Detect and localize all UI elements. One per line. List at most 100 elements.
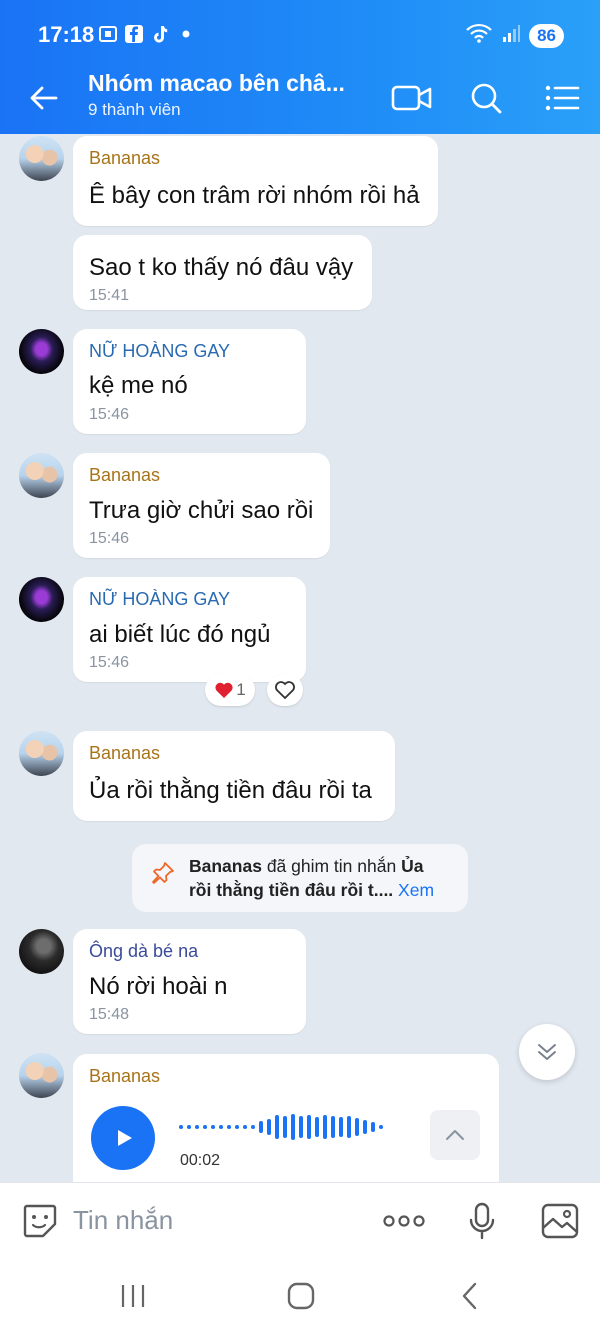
waveform-bar [347, 1116, 351, 1138]
sender-name: Ông dà bé na [89, 941, 199, 961]
recent-apps-button[interactable] [113, 1278, 153, 1314]
waveform-bar [203, 1125, 207, 1129]
voice-waveform[interactable] [179, 1112, 383, 1142]
video-call-button[interactable] [390, 76, 434, 120]
reaction-summary[interactable]: 1 [205, 674, 255, 706]
sender-name: Bananas [89, 148, 161, 168]
sender-name: Bananas [89, 465, 161, 485]
voice-record-button[interactable] [460, 1199, 504, 1243]
status-time: 17:18 [38, 22, 95, 47]
message-time: 15:46 [89, 530, 130, 547]
image-picker-button[interactable] [538, 1199, 582, 1243]
message-bubble[interactable]: Sao t ko thấy nó đâu vậy 15:41 [73, 235, 372, 310]
avatar-bananas[interactable] [19, 1053, 64, 1098]
microphone-icon [469, 1202, 495, 1240]
voice-message-bubble[interactable]: Bananas 00:02 [73, 1054, 499, 1182]
waveform-bar [307, 1115, 311, 1139]
waveform-bar [331, 1116, 335, 1138]
top-bar: 17:18 86 Nhóm macao bên châ... 9 thành v… [0, 0, 600, 134]
pin-message-start: Ủa [401, 856, 424, 876]
message-composer: Tin nhắn [0, 1182, 600, 1258]
waveform-bar [379, 1125, 383, 1129]
avatar-bananas[interactable] [19, 136, 64, 181]
avatar-bananas[interactable] [19, 453, 64, 498]
double-chevron-down-icon [538, 1044, 556, 1060]
waveform-bar [323, 1115, 327, 1139]
home-button[interactable] [281, 1278, 321, 1314]
waveform-bar [235, 1125, 239, 1129]
waveform-bar [283, 1116, 287, 1138]
sticker-icon [23, 1204, 57, 1238]
scroll-to-bottom-button[interactable] [519, 1024, 575, 1080]
view-pinned-link[interactable]: Xem [398, 880, 434, 900]
message-bubble[interactable]: NỮ HOÀNG GAY ai biết lúc đó ngủ 15:46 [73, 577, 306, 682]
facebook-icon [124, 24, 144, 44]
react-button[interactable] [267, 674, 303, 706]
more-options-button[interactable] [381, 1199, 427, 1243]
home-icon [287, 1282, 315, 1310]
message-text: Nó rời hoài n [89, 973, 228, 1000]
waveform-bar [275, 1115, 279, 1139]
more-notifications-dot-icon [176, 24, 196, 44]
group-title[interactable]: Nhóm macao bên châ... [88, 70, 345, 97]
wifi-icon [465, 22, 493, 49]
menu-list-button[interactable] [540, 76, 584, 120]
message-bubble[interactable]: Bananas Ê bây con trâm rời nhóm rồi hả [73, 136, 438, 226]
sender-name: Bananas [89, 1066, 161, 1086]
avatar-nu-hoang-gay[interactable] [19, 329, 64, 374]
battery-badge: 86 [529, 23, 564, 48]
pin-icon [150, 860, 176, 891]
pin-notice-line1: Bananas đã ghim tin nhắn Ủa [189, 856, 423, 877]
screenshot-icon [98, 24, 118, 44]
waveform-bar [259, 1121, 263, 1133]
signal-icon [501, 23, 521, 48]
chevron-up-icon [446, 1130, 464, 1140]
waveform-bar [267, 1119, 271, 1135]
waveform-bar [195, 1125, 199, 1129]
message-time: 15:46 [89, 654, 130, 671]
waveform-bar [299, 1116, 303, 1138]
avatar-nu-hoang-gay[interactable] [19, 577, 64, 622]
group-member-count[interactable]: 9 thành viên [88, 100, 181, 120]
waveform-bar [371, 1122, 375, 1132]
message-bubble[interactable]: Ông dà bé na Nó rời hoài n 15:48 [73, 929, 306, 1034]
status-notification-icons [98, 24, 196, 44]
message-bubble[interactable]: Bananas Trưa giờ chửi sao rồi 15:46 [73, 453, 330, 558]
pin-notice[interactable]: Bananas đã ghim tin nhắn Ủa rồi thằng ti… [132, 844, 468, 912]
waveform-bar [219, 1125, 223, 1129]
heart-filled-icon [215, 682, 233, 698]
waveform-bar [291, 1114, 295, 1140]
message-text: Ê bây con trâm rời nhóm rồi hả [89, 182, 420, 209]
play-icon [118, 1130, 132, 1146]
message-text: kệ me nó [89, 372, 188, 399]
message-input[interactable]: Tin nhắn [73, 1205, 173, 1236]
image-icon [541, 1203, 579, 1239]
pin-message-rest: rồi thằng tiền đâu rồi t.... [189, 880, 394, 900]
play-button[interactable] [91, 1106, 155, 1170]
status-right: 86 [465, 22, 564, 49]
avatar-ong-da-be-na[interactable] [19, 929, 64, 974]
system-back-button[interactable] [450, 1278, 490, 1314]
message-time: 15:48 [89, 1006, 130, 1023]
sender-name: NỮ HOÀNG GAY [89, 341, 231, 361]
expand-voice-button[interactable] [430, 1110, 480, 1160]
back-button[interactable] [26, 80, 62, 116]
waveform-bar [315, 1117, 319, 1137]
back-chevron-icon [462, 1282, 477, 1310]
chat-area[interactable]: Bananas Ê bây con trâm rời nhóm rồi hả S… [0, 134, 600, 1182]
search-button[interactable] [464, 76, 508, 120]
system-navigation-bar [0, 1258, 600, 1333]
waveform-bar [179, 1125, 183, 1129]
message-text: Trưa giờ chửi sao rồi [89, 497, 314, 524]
message-bubble[interactable]: NỮ HOÀNG GAY kệ me nó 15:46 [73, 329, 306, 434]
avatar-bananas[interactable] [19, 731, 64, 776]
more-dots-icon [383, 1215, 425, 1227]
message-text: Sao t ko thấy nó đâu vậy [89, 254, 354, 281]
message-bubble[interactable]: Bananas Ủa rồi thằng tiền đâu rồi ta [73, 731, 395, 821]
sender-name: NỮ HOÀNG GAY [89, 589, 231, 609]
reaction-count: 1 [236, 680, 246, 699]
message-text: ai biết lúc đó ngủ [89, 621, 271, 648]
message-time: 15:46 [89, 406, 130, 423]
sticker-button[interactable] [18, 1199, 62, 1243]
message-text: Ủa rồi thằng tiền đâu rồi ta [89, 777, 372, 804]
